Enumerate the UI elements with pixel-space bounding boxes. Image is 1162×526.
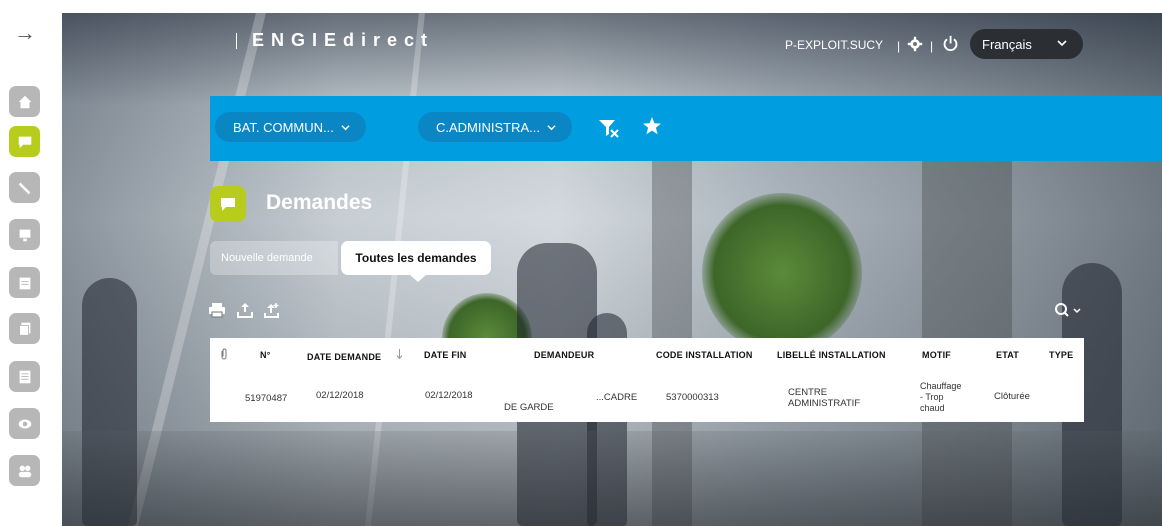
home-icon — [18, 95, 31, 108]
rail-maintenance-button[interactable] — [9, 172, 40, 203]
installation-filter-label: C.ADMINISTRA... — [436, 119, 541, 135]
chat-icon — [221, 198, 235, 211]
page-title: Demandes — [266, 191, 373, 214]
cell-etat: Clôturée — [994, 391, 1030, 402]
header-separator: | — [897, 39, 901, 53]
cell-libelle-line2: ADMINISTRATIF — [788, 398, 861, 409]
monitor-icon — [19, 229, 30, 241]
rail-view-button[interactable] — [9, 408, 40, 439]
filter-bar: BAT. COMMUN... C.ADMINISTRA... — [210, 96, 1162, 161]
column-header-date-fin[interactable]: DATE FIN — [424, 350, 466, 360]
tab-new-request[interactable]: Nouvelle demande — [210, 241, 338, 275]
header-separator-2: | — [930, 39, 934, 53]
column-header-type[interactable]: TYPE — [1049, 350, 1073, 360]
cell-motif-line2: - Trop — [920, 392, 944, 402]
language-select[interactable]: Français — [970, 29, 1083, 59]
cell-demandeur-line1: DE GARDE — [504, 402, 554, 413]
column-header-date-demande[interactable]: DATE DEMANDE — [307, 352, 381, 362]
rail-documents-button[interactable] — [9, 313, 40, 344]
gear-icon[interactable] — [907, 36, 923, 52]
rail-monitor-button[interactable] — [9, 219, 40, 250]
rail-requests-button[interactable] — [9, 126, 40, 157]
star-icon[interactable] — [642, 116, 662, 136]
documents-icon — [18, 322, 30, 336]
cell-code-installation: 5370000313 — [666, 392, 719, 403]
users-icon — [18, 465, 31, 477]
rail-report-button[interactable] — [9, 361, 40, 392]
rail-users-button[interactable] — [9, 455, 40, 486]
requests-title-icon — [210, 186, 246, 222]
left-rail: → — [0, 0, 62, 526]
attachment-icon — [221, 348, 227, 360]
column-header-libelle-installation[interactable]: LIBELLÉ INSTALLATION — [777, 350, 886, 360]
installation-filter[interactable]: C.ADMINISTRA... — [418, 112, 573, 142]
brand-divider — [236, 33, 237, 49]
language-label: Français — [982, 36, 1032, 52]
eye-icon — [18, 419, 31, 428]
filter-clear-icon[interactable] — [598, 118, 620, 138]
active-tab-indicator — [410, 275, 426, 282]
wrench-icon — [18, 182, 30, 194]
column-header-demandeur[interactable]: DEMANDEUR — [534, 350, 594, 360]
rail-home-button[interactable] — [9, 86, 40, 117]
column-header-etat[interactable]: ETAT — [996, 350, 1019, 360]
rail-calendar-button[interactable] — [9, 267, 40, 298]
column-header-code-installation[interactable]: CODE INSTALLATION — [656, 350, 753, 360]
search-icon[interactable] — [1054, 302, 1084, 320]
cell-demandeur-line2: ...CADRE — [596, 392, 638, 403]
cell-date-fin: 02/12/2018 — [425, 390, 473, 401]
brand-logo[interactable]: ENGIEdirect — [252, 30, 434, 51]
cell-libelle-line1: CENTRE — [788, 387, 828, 398]
tab-all-requests[interactable]: Toutes les demandes — [341, 241, 491, 275]
arrow-right-icon[interactable]: → — [14, 22, 36, 44]
export-icon[interactable] — [236, 301, 254, 319]
cell-motif-line3: chaud — [920, 403, 945, 413]
export-all-icon[interactable] — [263, 301, 281, 319]
calendar-icon — [19, 277, 30, 289]
power-icon[interactable] — [942, 35, 959, 52]
print-icon[interactable] — [208, 301, 226, 319]
sort-arrow-down-icon[interactable] — [396, 348, 403, 360]
chat-icon — [18, 136, 31, 148]
building-filter-label: BAT. COMMUN... — [233, 119, 334, 135]
report-icon — [19, 370, 30, 383]
cell-numero: 51970487 — [245, 393, 288, 404]
user-name[interactable]: P-EXPLOIT.SUCY — [785, 38, 883, 52]
chevron-down-icon — [1057, 40, 1067, 47]
cell-date-demande: 02/12/2018 — [316, 390, 364, 401]
cell-motif-line1: Chauffage — [920, 381, 962, 391]
chevron-down-icon — [341, 124, 350, 130]
requests-table: N° DATE DEMANDE DATE FIN DEMANDEUR CODE … — [210, 338, 1084, 422]
column-header-motif[interactable]: MOTIF — [922, 350, 951, 360]
chevron-down-icon — [547, 124, 556, 130]
column-header-numero[interactable]: N° — [260, 350, 271, 360]
building-filter[interactable]: BAT. COMMUN... — [215, 112, 366, 142]
